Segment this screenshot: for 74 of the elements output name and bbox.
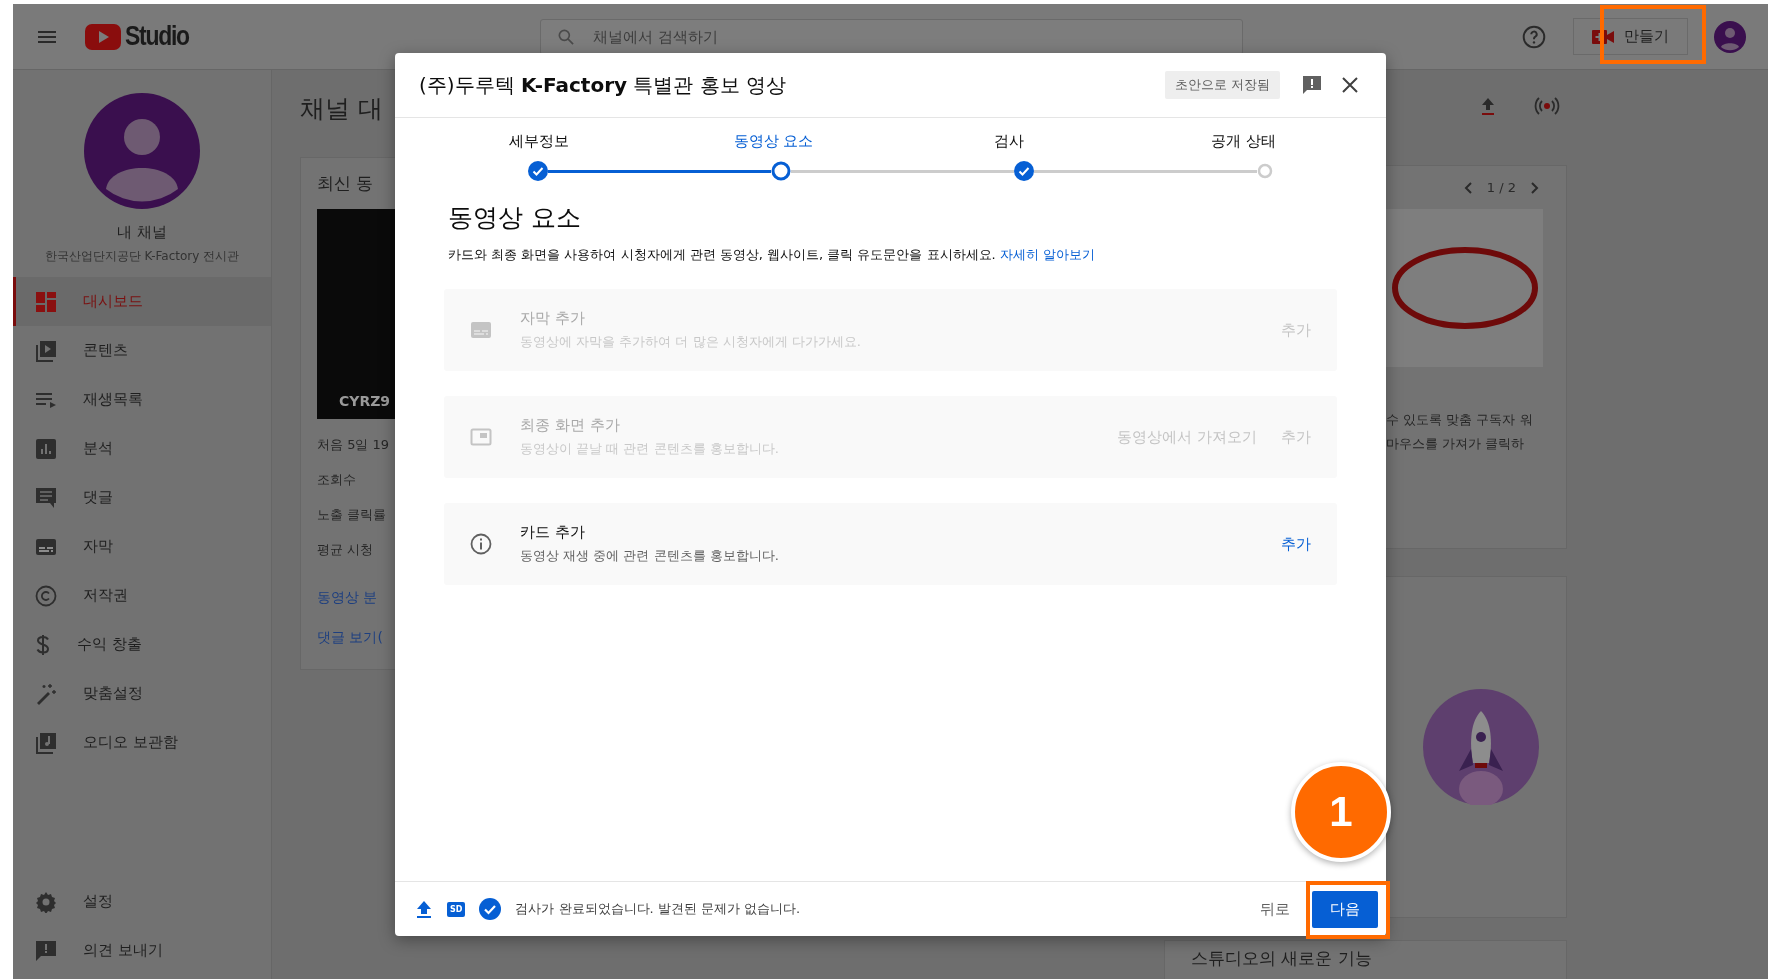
channel-avatar-icon [84,93,200,209]
channel-subtitle: 한국산업단지공단 K-Factory 전시관 [43,248,241,265]
learn-more-link[interactable]: 자세히 알아보기 [999,247,1095,262]
create-button[interactable]: 만들기 [1573,18,1688,55]
section-heading: 동영상 요소 [448,202,582,234]
next-button[interactable]: 다음 [1312,890,1378,928]
video-library-icon [35,339,57,362]
play-logo-icon [85,23,121,50]
stat-label: 평균 시청 [317,541,375,559]
dollar-icon [35,633,51,656]
element-title: 자막 추가 [520,309,586,328]
nav-item[interactable]: 댓글 [13,473,271,522]
tip-text: 마우스를 가져가 클릭하 [1386,435,1526,453]
end-screen-icon [470,428,492,446]
settings-icon [35,890,57,913]
card-title: 스튜디오의 새로운 기능 [1191,947,1372,969]
feedback-icon[interactable] [1300,73,1324,97]
stat-label: 노출 클릭률 [317,506,388,524]
live-broadcast-icon[interactable] [1534,94,1560,118]
element-title: 최종 화면 추가 [520,416,621,435]
studio-logo-text: Studio [125,21,189,52]
comment-icon [35,486,57,509]
element-action-button[interactable]: 추가 [1281,530,1311,558]
channel-name: 내 채널 [116,223,168,242]
nav-item[interactable]: 저작권 [13,571,271,620]
step-tab[interactable]: 세부정보 [421,132,656,151]
nav-item[interactable]: 자막 [13,522,271,571]
check-status-text: 검사가 완료되었습니다. 발견된 문제가 없습니다. [515,900,802,918]
info-icon [470,533,492,555]
nav-item[interactable]: 콘텐츠 [13,326,271,375]
close-icon[interactable] [1340,75,1360,95]
nav-item[interactable]: 수익 창출 [13,620,271,669]
dialog-title: (주)두루텍 K-Factory 특별관 홍보 영상 [419,71,788,99]
thumbnail-caption: CYRZ9 [339,393,391,409]
check-circle-icon [479,898,502,920]
subtitles-icon [470,321,492,339]
nav-item[interactable]: 오디오 보관함 [13,718,271,767]
account-avatar-icon[interactable] [1714,20,1746,53]
nav-item[interactable]: 설정 [13,877,271,926]
chevron-right-icon[interactable] [1528,180,1540,195]
card-link[interactable]: 동영상 분 [317,589,395,607]
search-field[interactable]: 채널에서 검색하기 [540,18,1243,55]
draft-status-chip: 초안으로 저장됨 [1164,71,1280,99]
tip-text: 수 있도록 맞춤 구독자 워 [1386,411,1534,429]
sd-quality-badge: SD [447,901,466,917]
nav-item[interactable]: 의견 보내기 [13,926,271,975]
copyright-icon [35,584,57,607]
element-title: 카드 추가 [520,523,586,542]
element-description: 동영상 재생 중에 관련 콘텐츠를 홍보합니다. [520,547,780,565]
nav-item[interactable]: 대시보드 [13,277,271,326]
magic-wand-icon [35,682,57,705]
stat-label: 처음 5일 19 [317,436,391,454]
step-tab[interactable]: 공개 상태 [1126,132,1361,151]
subtitles-icon [35,537,57,556]
chevron-left-icon[interactable] [1462,180,1475,195]
page-title: 채널 대 [300,93,384,125]
card-link[interactable]: 댓글 보기( [317,629,395,647]
bar-chart-icon [35,437,57,460]
upload-icon [415,899,433,919]
nav-item[interactable]: 분석 [13,424,271,473]
nav-item[interactable]: 맞춤설정 [13,669,271,718]
step-tab[interactable]: 검사 [891,132,1126,151]
card-title: 최신 동 [317,172,375,195]
help-icon[interactable] [1521,23,1547,50]
video-camera-plus-icon [1592,28,1614,45]
stat-label: 조회수 [317,471,357,489]
back-button[interactable]: 뒤로 [1256,891,1294,927]
audio-library-icon [35,731,57,754]
pager-text: 1 / 2 [1486,180,1516,195]
feedback-icon [35,939,57,962]
nav-item[interactable]: 재생목록 [13,375,271,424]
section-description: 카드와 최종 화면을 사용하여 시청자에게 관련 동영상, 웹사이트, 클릭 유도문안을 표시하세요. [448,247,996,262]
dashboard-icon [35,290,57,313]
step-tab[interactable]: 동영상 요소 [656,132,891,151]
